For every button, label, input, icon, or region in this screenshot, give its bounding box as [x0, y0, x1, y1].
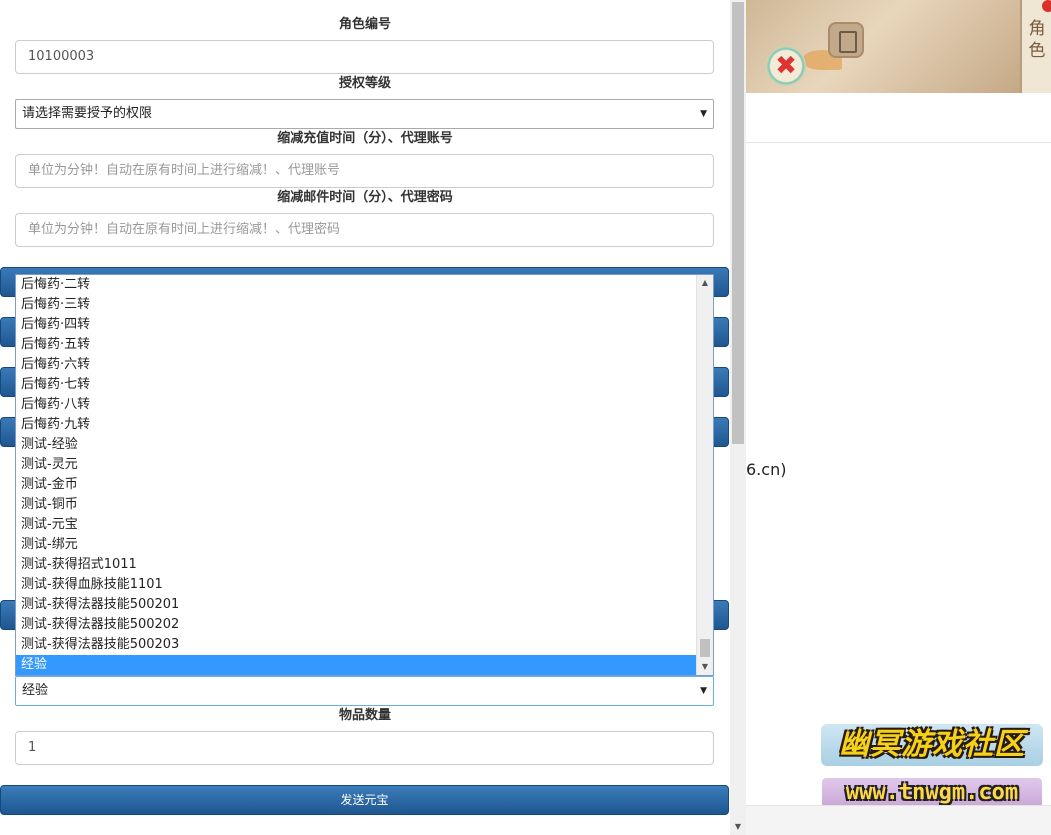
dropdown-option[interactable]: 测试-获得法器技能500203	[16, 635, 697, 655]
dropdown-option[interactable]: 测试-铜币	[16, 495, 697, 515]
dropdown-option[interactable]: 测试-获得招式1011	[16, 555, 697, 575]
mail-time-label: 缩减邮件时间（分）、代理密码	[277, 190, 453, 205]
auth-level-select[interactable]: 请选择需要授予的权限 ▼	[15, 99, 714, 129]
page-scroll-thumb[interactable]	[732, 2, 744, 444]
dropdown-option[interactable]: 后悔药·三转	[16, 295, 697, 315]
role-id-input[interactable]: 10100003	[15, 40, 714, 74]
dropdown-option[interactable]: 后悔药·五转	[16, 335, 697, 355]
dropdown-scroll-thumb[interactable]	[700, 639, 710, 657]
item-dropdown-list[interactable]: 后悔药·二转 后悔药·三转 后悔药·四转 后悔药·五转 后悔药·六转 后悔药·七…	[15, 274, 714, 676]
scroll-down-icon[interactable]: ▼	[697, 659, 713, 675]
auth-level-select-value: 请选择需要授予的权限	[22, 106, 153, 121]
right-region: ✖ 角色 6.cn) 幽冥游戏社区 www.tnwgm.com	[746, 0, 1051, 835]
dropdown-option[interactable]: 后悔药·八转	[16, 395, 697, 415]
quantity-input[interactable]: 1	[15, 731, 714, 765]
chevron-down-icon: ▼	[700, 686, 707, 696]
dropdown-option[interactable]: 测试-金币	[16, 475, 697, 495]
chevron-down-icon: ▼	[700, 109, 707, 119]
auth-level-label: 授权等级	[338, 76, 391, 91]
notification-dot-icon	[1042, 0, 1051, 12]
send-yuanbao-button[interactable]: 发送元宝	[0, 785, 729, 815]
close-glyph: ✖	[775, 51, 797, 81]
url-fragment-text: 6.cn)	[746, 460, 787, 479]
dropdown-option[interactable]: 测试-获得法器技能500201	[16, 595, 697, 615]
game-side-text: 角色	[1028, 19, 1046, 61]
page-scrollbar[interactable]: ▼	[730, 0, 746, 835]
bottom-bar	[746, 805, 1051, 835]
page-root: 角色编号 10100003 授权等级 请选择需要授予的权限 ▼ 缩减充值时间（分…	[0, 0, 1051, 835]
dropdown-scrollbar[interactable]: ▲ ▼	[696, 275, 713, 675]
recharge-time-label: 缩减充值时间（分）、代理账号	[277, 131, 453, 146]
dropdown-option[interactable]: 测试-经验	[16, 435, 697, 455]
scroll-down-icon[interactable]: ▼	[730, 819, 746, 835]
divider	[746, 142, 1051, 143]
dropdown-option-selected[interactable]: 经验	[16, 655, 697, 675]
role-id-label: 角色编号	[338, 17, 391, 32]
dropdown-option[interactable]: 后悔药·九转	[16, 415, 697, 435]
dropdown-option[interactable]: 后悔药·七转	[16, 375, 697, 395]
dropdown-option[interactable]: 后悔药·四转	[16, 315, 697, 335]
item-select[interactable]: 经验 ▼	[15, 676, 714, 706]
mail-time-input[interactable]: 单位为分钟！自动在原有时间上进行缩减！、代理密码	[15, 213, 714, 247]
document-icon	[828, 22, 864, 58]
dropdown-option[interactable]: 测试-灵元	[16, 455, 697, 475]
close-icon: ✖	[766, 46, 806, 86]
game-screenshot-image: ✖ 角色	[746, 0, 1051, 93]
watermark-logo-url: www.tnwgm.com	[822, 778, 1042, 808]
watermark-logo-title: 幽冥游戏社区	[821, 724, 1043, 766]
gm-form-panel: 角色编号 10100003 授权等级 请选择需要授予的权限 ▼ 缩减充值时间（分…	[0, 0, 730, 835]
quantity-label: 物品数量	[338, 708, 391, 723]
dropdown-option[interactable]: 后悔药·二转	[16, 275, 697, 295]
dropdown-option[interactable]: 测试-获得法器技能500202	[16, 615, 697, 635]
dropdown-option[interactable]: 测试-元宝	[16, 515, 697, 535]
scroll-up-icon[interactable]: ▲	[697, 275, 713, 291]
dropdown-option[interactable]: 后悔药·六转	[16, 355, 697, 375]
recharge-time-input[interactable]: 单位为分钟！自动在原有时间上进行缩减！、代理账号	[15, 154, 714, 188]
dropdown-option[interactable]: 测试-绑元	[16, 535, 697, 555]
item-select-value: 经验	[22, 683, 49, 698]
dropdown-option[interactable]: 测试-获得血脉技能1101	[16, 575, 697, 595]
game-side-tab: 角色	[1020, 0, 1051, 93]
